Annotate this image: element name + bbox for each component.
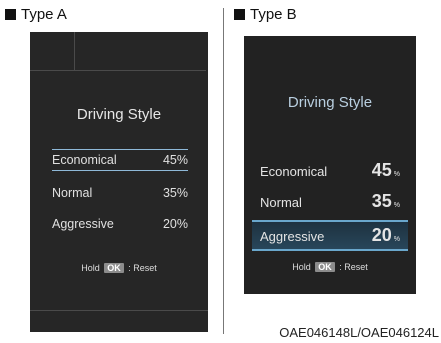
row-value: 35%: [162, 186, 188, 200]
row-value: 35: [371, 191, 392, 211]
ok-button-icon: OK: [104, 263, 124, 273]
row-value: 45: [371, 160, 392, 180]
aggressive-row: Aggressive 20%: [52, 217, 188, 231]
row-label: Normal: [52, 186, 93, 200]
row-label: Aggressive: [260, 229, 325, 244]
hold-reset-hint: Hold OK : Reset: [30, 263, 208, 273]
top-frame-segment: [30, 32, 75, 70]
driving-style-title: Driving Style: [287, 94, 373, 111]
row-unit: %: [393, 202, 400, 209]
economical-row: Economical 45%: [52, 149, 188, 171]
hold-reset-hint: Hold OK : Reset: [244, 262, 416, 272]
type-b-label: Type B: [250, 6, 297, 23]
type-b-caption: Type B: [234, 6, 297, 23]
type-a-label: Type A: [21, 6, 67, 23]
row-label: Economical: [52, 153, 117, 167]
figure-code: OAE046148L/OAE046124L: [279, 325, 439, 340]
type-b-display: Driving Style Economical 45 % Normal 35 …: [244, 36, 416, 294]
top-frame: [30, 32, 206, 71]
hold-text: Hold: [292, 262, 311, 272]
row-label: Aggressive: [52, 217, 114, 231]
square-bullet-icon: [234, 9, 245, 20]
row-unit: %: [393, 236, 400, 243]
row-value: 45%: [162, 153, 188, 167]
normal-row: Normal 35%: [52, 186, 188, 200]
reset-text: : Reset: [339, 262, 368, 272]
driving-style-title: Driving Style: [76, 106, 162, 123]
row-value: 20: [371, 225, 392, 245]
square-bullet-icon: [5, 9, 16, 20]
hold-text: Hold: [81, 263, 100, 273]
row-unit: %: [393, 171, 400, 178]
aggressive-row: Aggressive 20 %: [252, 220, 408, 251]
row-label: Normal: [260, 195, 302, 210]
bottom-frame-line: [30, 310, 208, 311]
type-a-display: Driving Style Economical 45% Normal 35% …: [30, 32, 208, 332]
divider: [223, 8, 224, 334]
reset-text: : Reset: [128, 263, 157, 273]
type-a-caption: Type A: [5, 6, 67, 23]
row-value: 20%: [162, 217, 188, 231]
row-label: Economical: [260, 164, 328, 179]
ok-button-icon: OK: [315, 262, 335, 272]
normal-row: Normal 35 %: [260, 191, 400, 212]
economical-row: Economical 45 %: [260, 160, 400, 181]
